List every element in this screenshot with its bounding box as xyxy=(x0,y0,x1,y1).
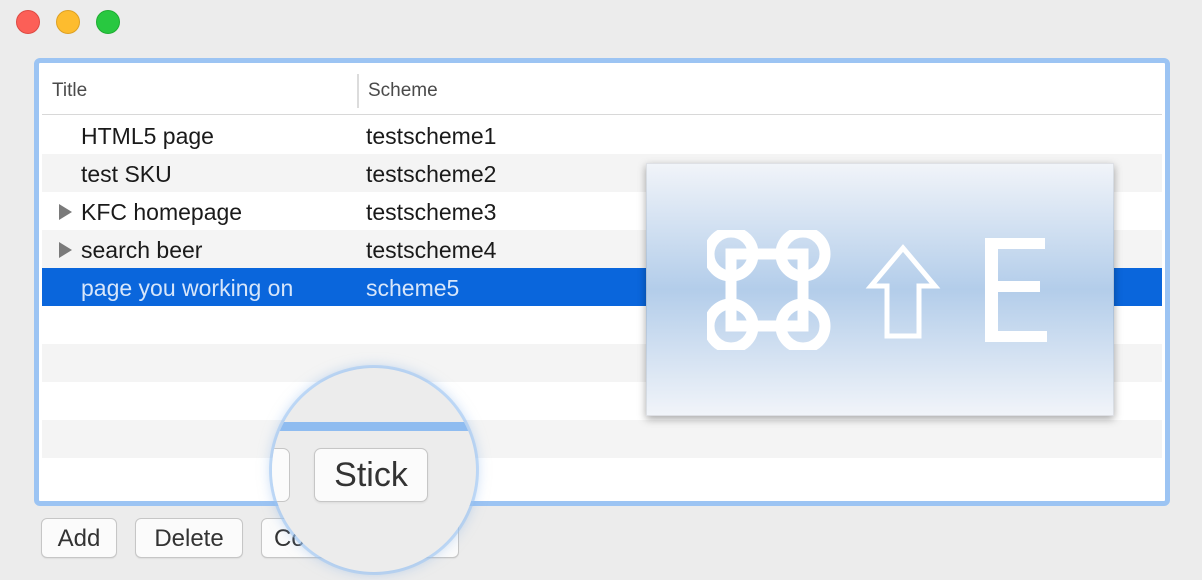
row-title: page you working on xyxy=(81,275,294,301)
keyboard-shortcut-overlay xyxy=(646,163,1114,416)
magnified-button-edge xyxy=(272,448,290,502)
disclosure-triangle-icon[interactable] xyxy=(59,242,72,258)
column-divider[interactable] xyxy=(357,74,359,108)
row-scheme: testscheme1 xyxy=(366,123,497,149)
row-title: search beer xyxy=(81,237,203,263)
row-scheme: testscheme3 xyxy=(366,199,497,225)
row-scheme: scheme5 xyxy=(366,275,460,301)
row-scheme: testscheme4 xyxy=(366,237,497,263)
add-button[interactable]: Add xyxy=(41,518,117,558)
table-row[interactable]: HTML5 page testscheme1 xyxy=(42,116,1162,154)
shift-icon xyxy=(865,244,941,339)
delete-button[interactable]: Delete xyxy=(135,518,243,558)
empty-row xyxy=(42,458,1162,496)
magnifier-lens: Stick xyxy=(272,368,476,572)
command-icon xyxy=(707,230,831,350)
e-key-glyph xyxy=(985,238,1047,342)
disclosure-triangle-icon[interactable] xyxy=(59,204,72,220)
column-header-scheme[interactable]: Scheme xyxy=(368,80,438,102)
column-header-title[interactable]: Title xyxy=(52,80,87,102)
magnified-table-edge xyxy=(272,422,476,431)
shortcut-keys xyxy=(707,230,1047,350)
main-window: Title Scheme HTML5 page testscheme1 test… xyxy=(0,0,1202,580)
row-scheme: testscheme2 xyxy=(366,161,497,187)
minimize-window-button[interactable] xyxy=(56,10,80,34)
stick-button[interactable]: Stick xyxy=(314,448,428,502)
empty-row xyxy=(42,420,1162,458)
row-title: HTML5 page xyxy=(81,123,214,149)
row-title: test SKU xyxy=(81,161,172,187)
table-header: Title Scheme xyxy=(42,66,1162,115)
close-window-button[interactable] xyxy=(16,10,40,34)
row-title: KFC homepage xyxy=(81,199,243,225)
zoom-window-button[interactable] xyxy=(96,10,120,34)
